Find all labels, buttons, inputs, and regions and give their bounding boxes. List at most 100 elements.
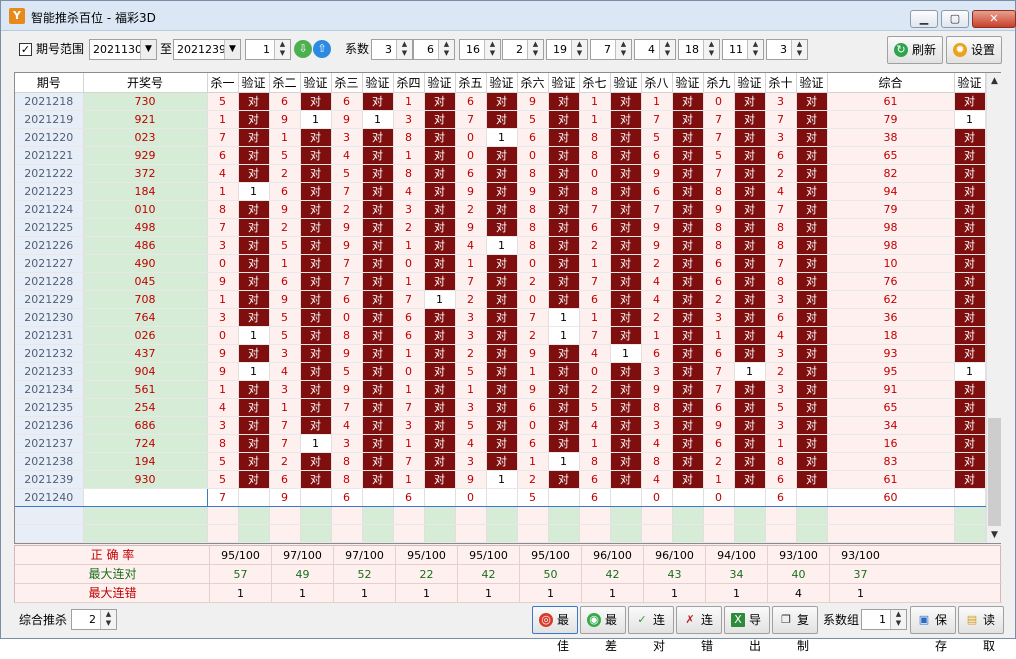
kill-cell[interactable]: 3: [207, 308, 239, 327]
kill-cell[interactable]: 1: [517, 362, 549, 381]
verify-ok-cell[interactable]: 对: [238, 308, 270, 327]
kill-cell[interactable]: 3: [269, 344, 301, 363]
verify-ok-cell[interactable]: 对: [424, 92, 456, 111]
draw-number-cell[interactable]: [82, 487, 208, 507]
kill-cell[interactable]: 4: [207, 164, 239, 183]
kill-cell[interactable]: 5: [517, 487, 549, 507]
verify-ok-cell[interactable]: 对: [610, 146, 642, 165]
verify-ok-cell[interactable]: 对: [300, 344, 332, 363]
kill-cell[interactable]: 6: [393, 308, 425, 327]
draw-number-cell[interactable]: 730: [83, 92, 208, 111]
kill-cell[interactable]: 7: [207, 487, 239, 507]
verify-ok-cell[interactable]: 对: [610, 326, 642, 345]
verify-ok-cell[interactable]: 对: [300, 218, 332, 237]
kill-cell[interactable]: 4: [765, 326, 797, 345]
verify-ok-cell[interactable]: 对: [796, 416, 828, 435]
kill-cell[interactable]: 6: [393, 326, 425, 345]
draw-number-cell[interactable]: 929: [83, 146, 208, 165]
kill-cell[interactable]: 9: [517, 344, 549, 363]
kill-cell[interactable]: 9: [455, 182, 487, 201]
column-header[interactable]: 杀二: [269, 73, 301, 93]
kill-cell[interactable]: 7: [331, 254, 363, 273]
kill-cell[interactable]: 8: [765, 452, 797, 471]
kill-cell[interactable]: 2: [703, 290, 735, 309]
kill-cell[interactable]: 3: [393, 416, 425, 435]
verify-ok-cell[interactable]: 对: [672, 434, 704, 453]
kill-cell[interactable]: 1: [393, 236, 425, 255]
kill-cell[interactable]: 8: [641, 398, 673, 417]
kill-cell[interactable]: 3: [703, 308, 735, 327]
kill-cell[interactable]: 5: [207, 452, 239, 471]
verify-ok-cell[interactable]: 对: [548, 164, 580, 183]
kill-cell[interactable]: 8: [579, 146, 611, 165]
kill-cell[interactable]: 7: [393, 398, 425, 417]
coef-group-spinner[interactable]: 1 ▲ ▼: [861, 609, 907, 630]
kill-cell[interactable]: 9: [269, 200, 301, 219]
table-row[interactable]: 2021227 490 0 对 1 对 7 对 0 对 1 对 0 对 1 对 2 对 6 对 7 对 10 对: [15, 254, 986, 273]
verify-ok-cell[interactable]: 对: [796, 128, 828, 147]
verify-ok-cell[interactable]: 对: [486, 272, 518, 291]
verify-ok-cell[interactable]: 对: [954, 452, 986, 471]
kill-cell[interactable]: 7: [703, 128, 735, 147]
column-header[interactable]: 杀六: [517, 73, 549, 93]
combined-cell[interactable]: 10: [827, 254, 955, 273]
kill-cell[interactable]: 7: [455, 110, 487, 129]
kill-cell[interactable]: 8: [579, 128, 611, 147]
kill-cell[interactable]: 5: [269, 326, 301, 345]
kill-cell[interactable]: 5: [269, 146, 301, 165]
kill-cell[interactable]: 2: [517, 326, 549, 345]
issue-cell[interactable]: 2021230: [15, 308, 84, 327]
kill-cell[interactable]: 6: [703, 344, 735, 363]
kill-cell[interactable]: 4: [393, 182, 425, 201]
column-header[interactable]: 验证: [954, 73, 986, 93]
verify-ok-cell[interactable]: 对: [486, 308, 518, 327]
current-row[interactable]: 2021240 7 9 6 6 0 5 6 0 0 6 60: [15, 487, 986, 507]
kill-cell[interactable]: 0: [331, 308, 363, 327]
kill-cell[interactable]: 1: [579, 92, 611, 111]
export-button[interactable]: X 导出: [724, 606, 770, 653]
verify-miss-cell[interactable]: 1: [238, 326, 270, 345]
verify-ok-cell[interactable]: 对: [300, 308, 332, 327]
kill-cell[interactable]: 5: [765, 398, 797, 417]
verify-ok-cell[interactable]: 对: [548, 362, 580, 381]
draw-number-cell[interactable]: 026: [83, 326, 208, 345]
verify-ok-cell[interactable]: 对: [548, 272, 580, 291]
kill-cell[interactable]: 9: [641, 164, 673, 183]
kill-cell[interactable]: 9: [331, 344, 363, 363]
kill-cell[interactable]: 9: [517, 92, 549, 111]
issue-cell[interactable]: 2021234: [15, 380, 84, 399]
table-row[interactable]: 2021232 437 9 对 3 对 9 对 1 对 2 对 9 对 4 1 6 对 6 对 3 对 93 对: [15, 344, 986, 363]
kill-cell[interactable]: 1: [393, 344, 425, 363]
kill-cell[interactable]: 2: [703, 452, 735, 471]
kill-cell[interactable]: 6: [517, 128, 549, 147]
column-header[interactable]: 验证: [734, 73, 766, 93]
column-header[interactable]: 验证: [300, 73, 332, 93]
kill-cell[interactable]: 8: [641, 452, 673, 471]
kill-cell[interactable]: 7: [641, 200, 673, 219]
kill-cell[interactable]: 3: [641, 416, 673, 435]
issue-cell[interactable]: 2021238: [15, 452, 84, 471]
kill-cell[interactable]: 6: [703, 398, 735, 417]
kill-cell[interactable]: 6: [579, 218, 611, 237]
chevron-down-icon[interactable]: ▼: [140, 40, 156, 59]
verify-ok-cell[interactable]: 对: [300, 470, 332, 489]
kill-cell[interactable]: 9: [455, 218, 487, 237]
kill-cell[interactable]: 5: [455, 416, 487, 435]
verify-cell[interactable]: [424, 487, 456, 507]
verify-ok-cell[interactable]: 对: [734, 344, 766, 363]
verify-ok-cell[interactable]: 对: [300, 416, 332, 435]
verify-ok-cell[interactable]: 对: [424, 218, 456, 237]
verify-ok-cell[interactable]: 对: [548, 128, 580, 147]
kill-cell[interactable]: 7: [765, 254, 797, 273]
verify-miss-cell[interactable]: 1: [954, 110, 986, 129]
kill-cell[interactable]: 9: [269, 290, 301, 309]
table-row[interactable]: 2021222 372 4 对 2 对 5 对 8 对 6 对 8 对 0 对 9 对 7 对 2 对 82 对: [15, 164, 986, 183]
kill-cell[interactable]: 3: [765, 344, 797, 363]
kill-cell[interactable]: 0: [703, 92, 735, 111]
issue-cell[interactable]: 2021235: [15, 398, 84, 417]
kill-cell[interactable]: 9: [269, 110, 301, 129]
kill-cell[interactable]: 9: [331, 110, 363, 129]
column-header[interactable]: 验证: [238, 73, 270, 93]
verify-ok-cell[interactable]: 对: [610, 380, 642, 399]
verify-ok-cell[interactable]: 对: [734, 398, 766, 417]
